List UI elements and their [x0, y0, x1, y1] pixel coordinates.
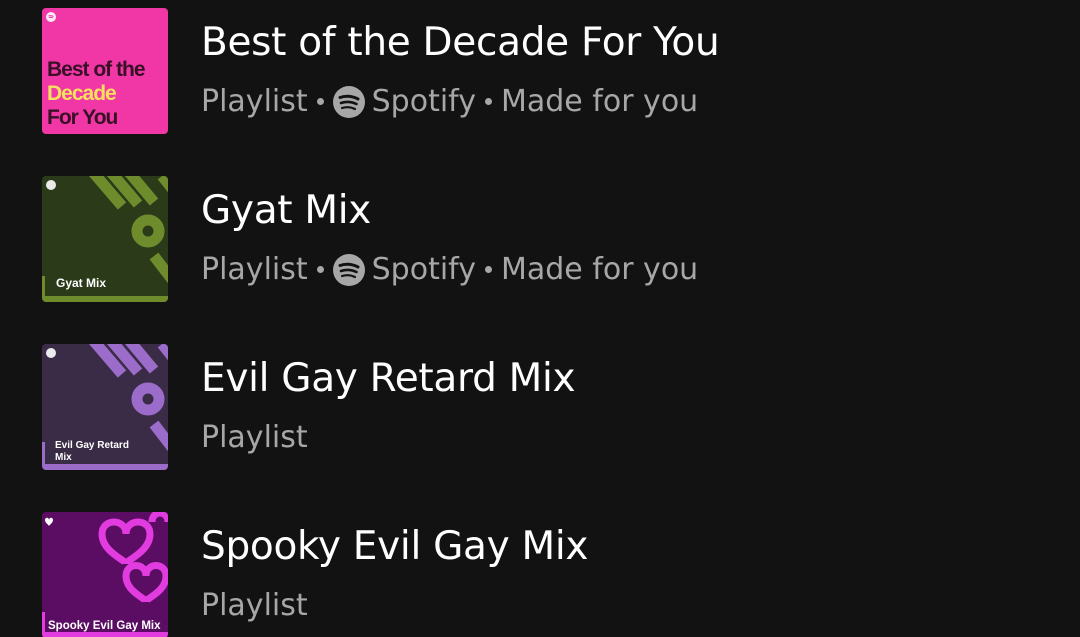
playlist-note: Made for you	[500, 252, 699, 287]
playlist-type: Playlist	[201, 84, 308, 119]
cover-label: Gyat Mix	[56, 276, 107, 290]
playlist-row-gyat-mix[interactable]: Gyat Mix Gyat Mix Playlist Spotify Made …	[0, 168, 1080, 302]
playlist-cover: Gyat Mix	[42, 176, 168, 302]
playlist-subtitle: Playlist	[201, 588, 308, 623]
playlist-type: Playlist	[201, 420, 308, 455]
playlist-list: Best of the Decade For You Best of the D…	[0, 0, 1080, 637]
playlist-title: Spooky Evil Gay Mix	[201, 524, 589, 569]
spotify-logo-icon	[332, 253, 365, 286]
separator-dot	[316, 98, 324, 105]
playlist-type: Playlist	[201, 588, 308, 623]
cover-label: Mix	[55, 452, 72, 463]
playlist-note: Made for you	[500, 84, 699, 119]
playlist-title: Evil Gay Retard Mix	[201, 356, 576, 401]
playlist-title: Gyat Mix	[201, 188, 372, 233]
playlist-subtitle: Playlist Spotify Made for you	[201, 84, 698, 119]
playlist-subtitle: Playlist	[201, 420, 308, 455]
playlist-type: Playlist	[201, 252, 308, 287]
hearts-pattern-graphic	[42, 512, 168, 637]
playlist-cover: Spooky Evil Gay Mix	[42, 512, 168, 637]
cover-text-line: Decade	[47, 82, 117, 105]
playlist-subtitle: Playlist Spotify Made for you	[201, 252, 698, 287]
spotify-logo-icon	[332, 85, 365, 118]
separator-dot	[316, 266, 324, 273]
playlist-row-evil-gay-retard-mix[interactable]: Evil Gay Retard Mix Evil Gay Retard Mix …	[0, 336, 1080, 470]
playlist-owner: Spotify	[371, 252, 476, 287]
playlist-row-best-of-decade[interactable]: Best of the Decade For You Best of the D…	[0, 0, 1080, 134]
cover-text-line: For You	[47, 106, 118, 129]
playlist-row-spooky-evil-gay-mix[interactable]: Spooky Evil Gay Mix Spooky Evil Gay Mix …	[0, 504, 1080, 637]
playlist-cover: Best of the Decade For You	[42, 8, 168, 134]
playlist-cover: Evil Gay Retard Mix	[42, 344, 168, 470]
cover-text-line: Best of the	[47, 58, 146, 81]
separator-dot	[484, 266, 492, 273]
cover-label: Spooky Evil Gay Mix	[48, 620, 161, 632]
cover-label: Evil Gay Retard	[55, 440, 129, 451]
playlist-title: Best of the Decade For You	[201, 20, 720, 65]
separator-dot	[484, 98, 492, 105]
playlist-owner: Spotify	[371, 84, 476, 119]
